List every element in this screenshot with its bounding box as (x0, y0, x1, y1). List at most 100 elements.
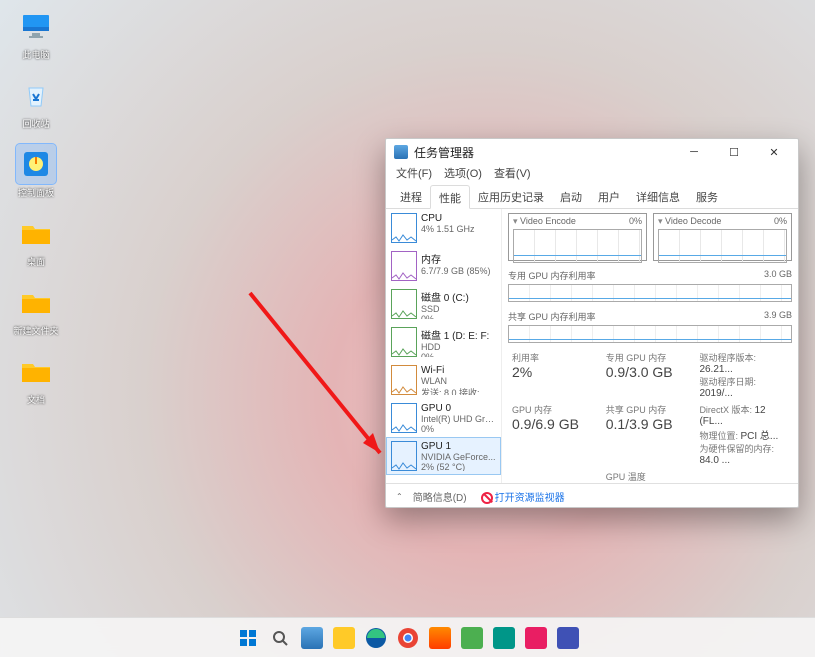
sidebar-item-title: 内存 (421, 251, 496, 266)
gpu-detail-pane: ▾ Video Encode 0% ▾ Video Decode 0% 专用 G… (502, 209, 798, 483)
tab-services[interactable]: 服务 (688, 185, 726, 208)
menu-view[interactable]: 查看(V) (494, 165, 531, 185)
gpu-stats-grid: 利用率2% 专用 GPU 内存0.9/3.0 GB 驱动程序版本: 26.21.… (508, 349, 792, 483)
tab-processes[interactable]: 进程 (392, 185, 430, 208)
app-teal-button[interactable] (491, 625, 517, 651)
menu-file[interactable]: 文件(F) (396, 165, 432, 185)
section-label: 共享 GPU 内存利用率 (508, 310, 596, 323)
brief-info-button[interactable]: 简略信息(D) (413, 489, 467, 504)
sidebar-item-gpu-1[interactable]: GPU 1NVIDIA GeForce...2% (52 °C) (386, 437, 501, 475)
graph-pct: 0% (629, 216, 642, 226)
mini-graph-icon (391, 403, 417, 433)
start-button[interactable] (235, 625, 261, 651)
gauge-icon (19, 147, 53, 181)
icon-label: 回收站 (22, 117, 49, 130)
sidebar-item-title: GPU 1 (421, 441, 496, 452)
folder-icon (19, 218, 53, 248)
open-resource-monitor-link[interactable]: 打开资源监视器 (495, 493, 565, 504)
stat-label: 利用率 (512, 351, 598, 364)
icon-label: 此电脑 (22, 48, 49, 61)
sidebar-item-sub1: 6.7/7.9 GB (85%) (421, 266, 496, 276)
tab-performance[interactable]: 性能 (430, 185, 470, 209)
performance-sidebar[interactable]: CPU4% 1.51 GHz内存6.7/7.9 GB (85%)磁盘 0 (C:… (386, 209, 502, 483)
no-entry-icon (481, 492, 493, 504)
tab-startup[interactable]: 启动 (552, 185, 590, 208)
sidebar-item-title: GPU 0 (421, 403, 496, 414)
edge-button[interactable] (363, 625, 389, 651)
minimize-button[interactable]: ─ (674, 139, 714, 165)
maximize-button[interactable]: ☐ (714, 139, 754, 165)
stat-label: 专用 GPU 内存 (606, 351, 692, 364)
sidebar-item-wi-fi[interactable]: Wi-FiWLAN发送: 8.0 接收: 0 Kb (386, 361, 501, 399)
titlebar[interactable]: 任务管理器 ─ ☐ ✕ (386, 139, 798, 165)
sidebar-item-sub1: SSD (421, 304, 496, 314)
graph-pct: 0% (774, 216, 787, 226)
graph-label: Video Encode (520, 216, 576, 226)
tab-details[interactable]: 详细信息 (628, 185, 688, 208)
stat-value: 0.1/3.9 GB (606, 416, 692, 432)
sidebar-item-sub1: HDD (421, 342, 496, 352)
shared-gpu-mem-graph (508, 325, 792, 343)
media-button[interactable] (427, 625, 453, 651)
monitor-icon (19, 9, 53, 43)
sparkline (513, 229, 642, 263)
search-button[interactable] (267, 625, 293, 651)
task-view-button[interactable] (299, 625, 325, 651)
collapse-icon[interactable]: ⌃ (396, 492, 403, 501)
desktop-icon-folder-1[interactable]: 桌面 (6, 213, 66, 268)
chrome-button[interactable] (395, 625, 421, 651)
desktop-icon-this-pc[interactable]: 此电脑 (6, 6, 66, 61)
section-max: 3.0 GB (764, 269, 792, 282)
stat-value: 84.0 ... (699, 455, 730, 466)
stat-label: GPU 温度 (606, 470, 692, 483)
app-blue-button[interactable] (555, 625, 581, 651)
tab-app-history[interactable]: 应用历史记录 (470, 185, 552, 208)
desktop-icons: 此电脑 回收站 控制面板 桌面 新建文件夹 文档 (6, 6, 76, 420)
stat-value: 0.9/3.0 GB (606, 364, 692, 380)
stat-label: GPU 内存 (512, 403, 598, 416)
dedicated-gpu-mem-graph (508, 284, 792, 302)
folder-icon (19, 356, 53, 386)
stat-label: DirectX 版本: (699, 405, 752, 415)
icon-label: 新建文件夹 (13, 324, 58, 337)
close-button[interactable]: ✕ (754, 139, 794, 165)
stat-value: 2% (512, 364, 598, 380)
sparkline (658, 229, 787, 263)
desktop-icon-control-panel[interactable]: 控制面板 (6, 144, 66, 199)
stat-value: 26.21... (699, 364, 732, 375)
explorer-button[interactable] (331, 625, 357, 651)
icon-label: 桌面 (27, 255, 45, 268)
tabs: 进程 性能 应用历史记录 启动 用户 详细信息 服务 (386, 185, 798, 209)
desktop-icon-folder-3[interactable]: 文档 (6, 351, 66, 406)
stat-label: 驱动程序版本: (699, 353, 756, 363)
mini-graph-icon (391, 289, 417, 319)
app-green-button[interactable] (459, 625, 485, 651)
sidebar-item-sub2: 0% (421, 424, 496, 433)
sidebar-item-gpu-0[interactable]: GPU 0Intel(R) UHD Gra...0% (386, 399, 501, 437)
sidebar-item-sub2: 0% (421, 352, 496, 357)
sidebar-item--1-d-e-f-[interactable]: 磁盘 1 (D: E: F:HDD0% (386, 323, 501, 361)
window-title: 任务管理器 (414, 144, 674, 161)
sidebar-item-title: 磁盘 0 (C:) (421, 289, 496, 304)
stat-label: 驱动程序日期: (699, 377, 756, 387)
app-pink-button[interactable] (523, 625, 549, 651)
stat-value: 0.9/6.9 GB (512, 416, 598, 432)
sidebar-item-sub1: 4% 1.51 GHz (421, 224, 496, 234)
mini-graph-icon (391, 213, 417, 243)
taskbar[interactable] (0, 617, 815, 657)
tab-users[interactable]: 用户 (590, 185, 628, 208)
task-manager-footer: ⌃ 简略信息(D) 打开资源监视器 (386, 483, 798, 509)
sidebar-item--0-c-[interactable]: 磁盘 0 (C:)SSD0% (386, 285, 501, 323)
mini-graph-icon (391, 327, 417, 357)
sidebar-item-sub2: 2% (52 °C) (421, 462, 496, 471)
desktop-icon-recycle-bin[interactable]: 回收站 (6, 75, 66, 130)
sidebar-item-cpu[interactable]: CPU4% 1.51 GHz (386, 209, 501, 247)
sidebar-item-sub1: WLAN (421, 376, 496, 386)
sidebar-item--[interactable]: 内存6.7/7.9 GB (85%) (386, 247, 501, 285)
desktop-icon-folder-2[interactable]: 新建文件夹 (6, 282, 66, 337)
menu-options[interactable]: 选项(O) (444, 165, 482, 185)
section-max: 3.9 GB (764, 310, 792, 323)
stat-label: 为硬件保留的内存: (699, 444, 774, 454)
app-icon (394, 145, 408, 159)
stat-label: 共享 GPU 内存 (606, 403, 692, 416)
